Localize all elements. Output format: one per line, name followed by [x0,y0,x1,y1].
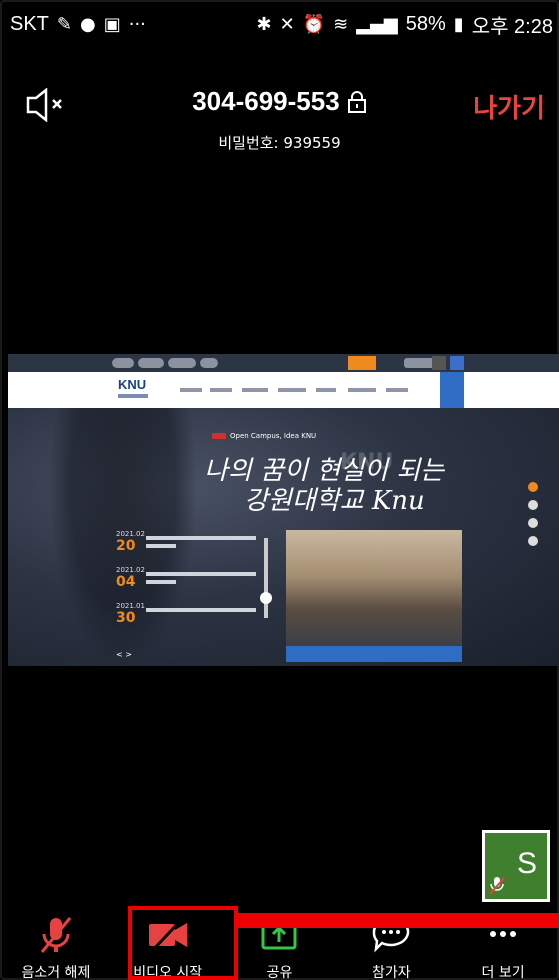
battery-percent: 58% [405,12,446,35]
quick-menu-dot [528,518,538,528]
hero-tag-text: Open Campus, Idea KNU [230,432,317,440]
self-video-thumbnail[interactable]: S [482,830,550,902]
clock: 오후 2:28 [471,15,553,38]
meeting-password: 비밀번호: 939559 [218,134,341,152]
self-video-tile: S [485,833,547,899]
website-nav: KNU [8,372,559,408]
self-initial: S [516,847,537,880]
topbar-orange-button [348,356,376,370]
website-topbar [8,354,559,372]
quick-menu-dot [528,482,538,492]
hero-tag-badge [212,433,226,439]
news-title-line [146,536,256,540]
website-search-icon [450,356,464,370]
participants-label: 참가자 [371,965,411,980]
wifi-icon: ≋ [333,13,349,35]
quick-menu-dot [528,536,538,546]
lock-icon [347,91,366,113]
muted-mic-small-icon [489,877,505,895]
news-item: 2021.01 30 [116,602,276,638]
hero-tag: Open Campus, Idea KNU [212,432,316,440]
nav-item [278,388,306,392]
sitemap-icon [432,356,446,370]
gallery-icon: ▣ [103,13,121,35]
battery-icon: ▮ [453,13,464,35]
unmute-label: 음소거 해제 [21,965,91,980]
nav-item [210,388,232,392]
website-user-icon [440,372,464,408]
news-photo-caption [286,646,462,662]
video-button-highlight-box [128,906,238,980]
news-item: 2021.02 04 [116,566,276,602]
hero-slogan-line1: 나의 꿈이 현실이 되는 [204,456,445,486]
nav-item [386,388,408,392]
nav-item [316,388,336,392]
more-label: 더 보기 [481,965,525,980]
leave-button[interactable]: 나가기 [473,88,545,125]
status-right: ✱ ✕ ⏰ ≋ ▂▄▆ 58% ▮ 오후 2:28 [257,10,553,39]
share-label: 공유 [266,965,293,980]
alarm-icon: ⏰ [302,13,326,35]
meeting-header: 304-699-553 비밀번호: 939559 나가기 [0,80,559,152]
bluetooth-icon: ✱ [256,13,272,35]
pen-icon: ✎ [56,13,72,35]
chat-icon: ● [80,13,96,35]
news-item: 2021.02 20 [116,530,276,566]
news-date: 2021.01 30 [116,602,145,626]
unmute-button[interactable]: 음소거 해제 [0,906,112,980]
shared-screen[interactable]: KNU Open Campus, Idea KNU KNU 나의 꿈이 현실이 … [8,354,559,666]
nav-item [242,388,268,392]
hero-slogan-line2: 강원대학교 Knu [244,486,425,516]
news-slider-knob [260,592,272,604]
status-bar: SKT ✎ ● ▣ ··· ✱ ✕ ⏰ ≋ ▂▄▆ 58% ▮ 오후 2:28 [10,4,553,44]
news-title-line [146,544,176,548]
news-title-line [146,608,256,612]
news-photo [286,530,462,662]
status-left: SKT ✎ ● ▣ ··· [10,13,146,36]
hero-pager: < > [116,650,132,659]
topbar-link [200,358,218,368]
signal-icon: ▂▄▆ [356,13,398,35]
news-title-line [146,580,176,584]
hero-slogan: 나의 꿈이 현실이 되는 강원대학교 Knu [204,456,444,516]
nav-item [180,388,202,392]
nav-item [348,388,376,392]
quick-menu-dot [528,500,538,510]
news-slider-track [264,538,268,618]
topbar-link [168,358,196,368]
knu-logo-subtitle [118,394,148,398]
mute-vibrate-icon: ✕ [279,13,295,35]
highlight-pointer-bar [236,913,559,928]
meeting-id: 304-699-553 [192,86,340,116]
news-list: 2021.02 20 2021.02 04 2021.01 30 [116,530,276,638]
news-date: 2021.02 20 [116,530,145,554]
muted-mic-icon [40,917,72,953]
carrier-label: SKT [10,12,49,35]
knu-logo: KNU [118,377,147,392]
quick-menu [528,482,540,562]
news-title-line [146,572,256,576]
news-date: 2021.02 04 [116,566,145,590]
more-notifications-icon: ··· [128,13,146,35]
topbar-link [112,358,134,368]
topbar-link [138,358,164,368]
